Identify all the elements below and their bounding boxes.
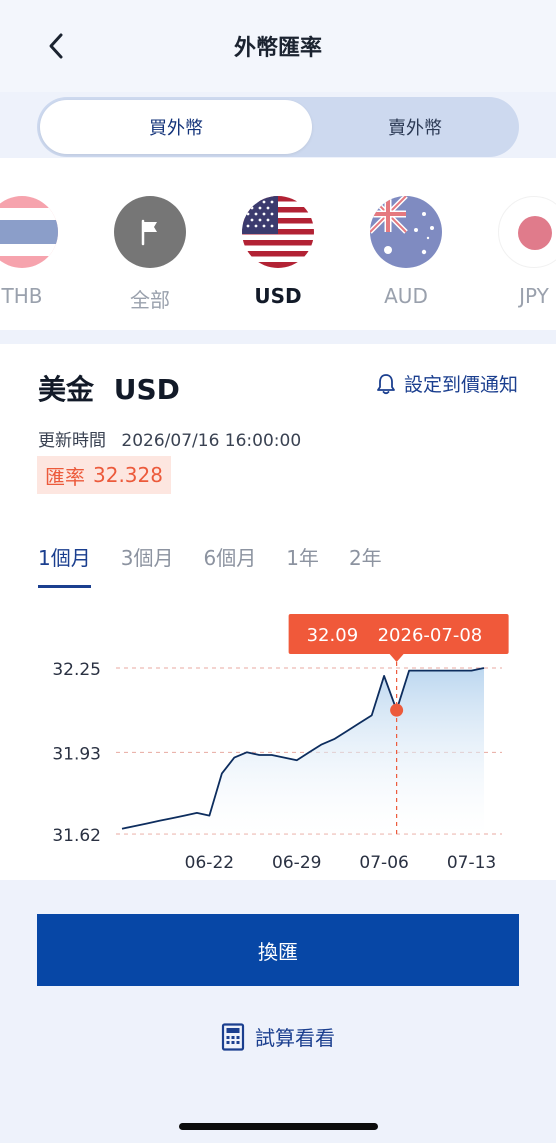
australia-flag-icon: [370, 196, 442, 268]
flag-icon: [141, 219, 157, 246]
currency-item-usd[interactable]: USD: [233, 196, 323, 308]
price-alert-link[interactable]: 設定到價通知: [376, 370, 518, 397]
tab-3-months[interactable]: 3個月: [121, 542, 174, 588]
chart-tooltip: 32.09 2026-07-08: [288, 614, 509, 662]
tab-1-month[interactable]: 1個月: [38, 542, 91, 588]
page-title: 外幣匯率: [233, 36, 322, 61]
currency-item-jpy[interactable]: JPY: [489, 196, 556, 308]
calculator-link[interactable]: 試算看看: [0, 1022, 556, 1051]
home-indicator: [179, 1123, 378, 1130]
tab-buy-foreign[interactable]: 買外幣: [40, 100, 312, 154]
calculator-label: 試算看看: [255, 1026, 335, 1050]
buy-sell-toggle: 買外幣 賣外幣: [37, 97, 519, 157]
x-tick-label: 07-06: [359, 853, 408, 873]
rate-chart-svg[interactable]: 31.62 31.93 32.25 32.09 2026-07-08 06-22 06…: [0, 610, 556, 880]
currency-selector: THB 全部 USD AUD JPY: [0, 158, 556, 330]
y-tick-label: 32.25: [52, 660, 101, 680]
price-alert-label: 設定到價通知: [403, 374, 518, 396]
currency-title: 美金 USD: [38, 368, 180, 408]
y-tick-label: 31.93: [52, 744, 101, 764]
currency-name: 美金: [38, 373, 95, 406]
chart-selected-point[interactable]: [390, 703, 404, 717]
rate-value: 32.328: [93, 463, 163, 487]
usa-flag-icon: [242, 196, 314, 268]
update-time: 更新時間 2026/07/16 16:00:00: [38, 426, 301, 451]
update-time-label: 更新時間: [38, 431, 106, 451]
currency-code: JPY: [519, 284, 549, 308]
tab-2-years[interactable]: 2年: [349, 542, 382, 588]
tooltip-date: 2026-07-08: [378, 625, 483, 646]
currency-code: 全部: [130, 288, 170, 312]
currency-code: THB: [1, 284, 43, 308]
currency-code-title: USD: [113, 373, 180, 406]
y-tick-label: 31.62: [52, 826, 101, 846]
currency-item-all[interactable]: 全部: [105, 196, 195, 313]
x-tick-label: 06-22: [185, 853, 234, 873]
x-tick-label: 06-29: [272, 853, 321, 873]
tab-sell-foreign[interactable]: 賣外幣: [314, 100, 516, 154]
x-tick-label: 07-13: [447, 853, 496, 873]
calculator-icon: [221, 1022, 245, 1051]
bell-icon: [377, 373, 395, 394]
header: 外幣匯率: [0, 0, 556, 92]
tab-6-months[interactable]: 6個月: [203, 542, 256, 588]
tab-1-year[interactable]: 1年: [286, 542, 319, 588]
rate-label: 匯率: [45, 464, 85, 489]
rate-badge: 匯率 32.328: [37, 456, 171, 494]
currency-item-aud[interactable]: AUD: [361, 196, 451, 308]
rate-detail-card: 美金 USD 設定到價通知 更新時間 2026/07/16 16:00:00 匯…: [0, 344, 556, 880]
japan-flag-icon: [498, 196, 556, 268]
period-tabs: 1個月 3個月 6個月 1年 2年: [38, 542, 412, 588]
rate-chart[interactable]: 31.62 31.93 32.25 32.09 2026-07-08 06-22 06…: [0, 610, 556, 880]
chart-area: [122, 668, 484, 834]
all-currencies-circle: [114, 196, 186, 268]
currency-code: AUD: [384, 284, 428, 308]
update-time-value: 2026/07/16 16:00:00: [121, 431, 302, 451]
thailand-flag-icon: [0, 196, 58, 268]
currency-item-thb[interactable]: THB: [0, 196, 67, 308]
tooltip-value: 32.09: [307, 625, 359, 646]
currency-code: USD: [254, 284, 302, 308]
exchange-button[interactable]: 換匯: [37, 914, 519, 986]
